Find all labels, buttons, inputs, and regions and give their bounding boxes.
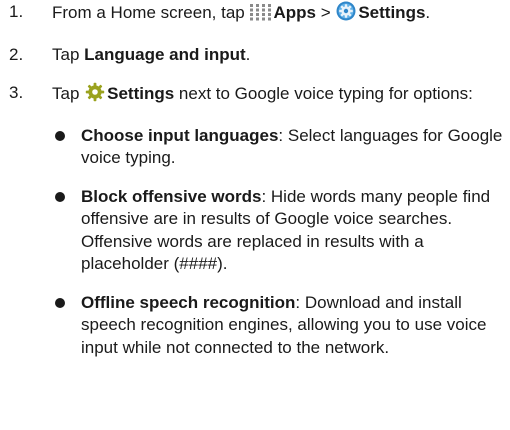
settings-gear-icon: [336, 1, 356, 28]
apps-grid-icon: [250, 4, 272, 28]
step-text: Tap: [52, 84, 85, 103]
list-item: Block offensive words: Hide words many p…: [52, 186, 504, 276]
language-and-input-label: Language and input: [84, 44, 246, 64]
step-text: From a Home screen, tap: [52, 3, 250, 22]
separator: >: [315, 3, 336, 22]
option-term: Offline speech recognition: [81, 292, 296, 312]
settings-label: Settings: [107, 84, 175, 103]
step-number: 1.: [9, 2, 24, 21]
list-item: Offline speech recognition: Download and…: [52, 292, 504, 360]
bullet-dot: [55, 191, 65, 202]
step-2: 2. Tap Language and input.: [0, 44, 510, 67]
instructions-document: 1. From a Home screen, tap Apps > Settin…: [0, 0, 510, 430]
step-text-end: next to Google voice typing for options:: [174, 84, 473, 103]
step-text-end: .: [245, 44, 251, 64]
step-3: 3. Tap Settings next to Google voice typi…: [0, 82, 510, 359]
list-item: Choose input languages: Select languages…: [52, 125, 504, 170]
apps-label: Apps: [273, 3, 316, 22]
step-number: 2.: [9, 44, 24, 64]
bullet-dot: [55, 297, 65, 308]
option-term: Block offensive words: [81, 186, 262, 206]
option-term: Choose input languages: [81, 125, 279, 145]
bullet-dot: [55, 130, 65, 141]
options-list: Choose input languages: Select languages…: [52, 125, 504, 360]
step-text: Tap: [52, 44, 85, 64]
settings-cog-icon: [85, 82, 105, 109]
step-text-end: .: [425, 3, 431, 22]
step-number: 3.: [9, 83, 24, 102]
settings-label: Settings: [358, 3, 426, 22]
step-1: 1. From a Home screen, tap Apps > Settin…: [0, 1, 510, 28]
